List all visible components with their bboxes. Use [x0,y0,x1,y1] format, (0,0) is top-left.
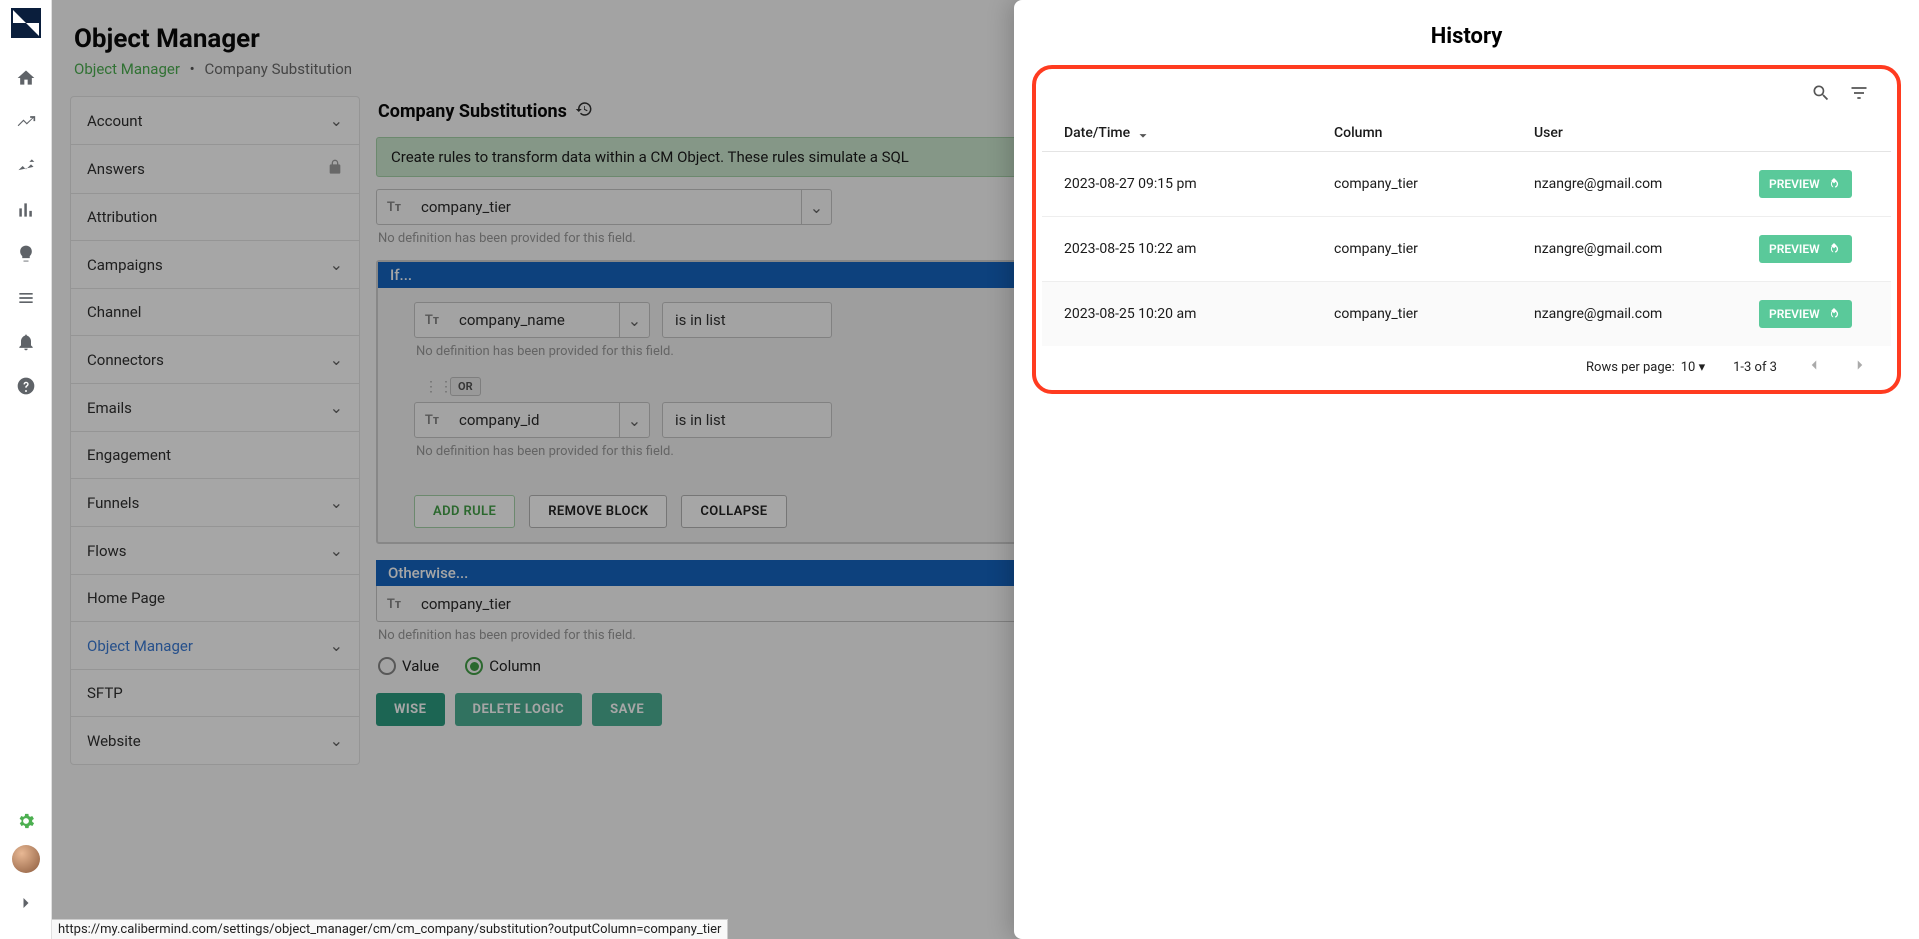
drag-handle-icon[interactable]: ⋮⋮ [424,379,454,395]
sort-desc-icon [1136,126,1150,140]
remove-block-button[interactable]: REMOVE BLOCK [529,495,667,528]
sidebar-item-sftp[interactable]: SFTP [71,670,359,717]
sidebar-item-campaigns[interactable]: Campaigns⌄ [71,241,359,289]
text-type-icon: Tᴛ [415,412,449,428]
chevron-down-icon: ⌄ [330,111,343,130]
table-row: 2023-08-25 10:22 am company_tier nzangre… [1042,217,1891,282]
cell-column: company_tier [1334,306,1534,322]
next-page-button[interactable] [1851,356,1869,378]
chevron-down-icon: ⌄ [330,493,343,512]
cell-datetime: 2023-08-25 10:22 am [1064,241,1334,257]
add-rule-button[interactable]: ADD RULE [414,495,515,528]
table-row: 2023-08-27 09:15 pm company_tier nzangre… [1042,152,1891,217]
chevron-down-icon: ⌄ [619,303,649,337]
output-field-select[interactable]: Tᴛ company_tier ⌄ [376,189,832,225]
chevron-down-icon: ⌄ [330,255,343,274]
table-header: Date/Time Column User [1042,115,1891,152]
history-table: Date/Time Column User 2023-08-27 09:15 p… [1042,115,1891,384]
sidebar-item-object-manager[interactable]: Object Manager⌄ [71,622,359,670]
save-button[interactable]: SAVE [592,693,662,726]
condition-field-select[interactable]: Tᴛ company_name ⌄ [414,302,650,338]
history-title: History [1014,0,1919,65]
history-icon[interactable] [575,100,593,123]
settings-icon[interactable] [6,801,46,841]
chevron-down-icon: ⌄ [330,636,343,655]
sidebar-item-funnels[interactable]: Funnels⌄ [71,479,359,527]
help-icon[interactable] [6,366,46,406]
cell-user: nzangre@gmail.com [1534,176,1759,192]
sidebar-item-connectors[interactable]: Connectors⌄ [71,336,359,384]
table-row: 2023-08-25 10:20 am company_tier nzangre… [1042,282,1891,346]
preview-button[interactable]: PREVIEW [1759,300,1852,328]
app-logo [11,8,41,38]
settings-sidebar: Account⌄AnswersAttributionCampaigns⌄Chan… [70,96,360,765]
collapse-rail-icon[interactable] [6,883,46,923]
cell-user: nzangre@gmail.com [1534,306,1759,322]
cell-column: company_tier [1334,241,1534,257]
prev-page-button[interactable] [1805,356,1823,378]
preview-button[interactable]: PREVIEW [1759,235,1852,263]
sidebar-item-channel[interactable]: Channel [71,289,359,336]
icon-rail [0,0,52,939]
breadcrumb-link[interactable]: Object Manager [74,60,180,78]
pagination-range: 1-3 of 3 [1733,360,1777,375]
table-footer: Rows per page: 10 ▾ 1-3 of 3 [1042,346,1891,384]
sidebar-item-attribution[interactable]: Attribution [71,194,359,241]
search-icon[interactable] [1811,83,1831,107]
analytics-icon[interactable] [6,146,46,186]
chevron-down-icon: ⌄ [619,403,649,437]
radio-column[interactable]: Column [465,657,541,675]
delete-logic-button[interactable]: DELETE LOGIC [455,693,583,726]
sidebar-item-engagement[interactable]: Engagement [71,432,359,479]
chevron-down-icon: ⌄ [330,541,343,560]
chevron-down-icon: ⌄ [801,190,831,224]
chevron-down-icon: ⌄ [330,731,343,750]
text-type-icon: Tᴛ [415,312,449,328]
lock-icon [327,159,343,179]
history-panel: History Date/Time Column User 2023-08-27… [1014,0,1919,939]
lightbulb-icon[interactable] [6,234,46,274]
bell-icon[interactable] [6,322,46,362]
preview-button[interactable]: PREVIEW [1759,170,1852,198]
chevron-down-icon: ⌄ [330,350,343,369]
col-datetime[interactable]: Date/Time [1064,125,1334,141]
home-icon[interactable] [6,58,46,98]
or-chip: OR [450,377,481,396]
rows-per-page-label: Rows per page: [1586,360,1675,375]
sidebar-item-answers[interactable]: Answers [71,145,359,194]
text-type-icon: Tᴛ [377,199,411,215]
cell-column: company_tier [1334,176,1534,192]
filter-icon[interactable] [1849,83,1869,107]
trend-icon[interactable] [6,102,46,142]
cell-datetime: 2023-08-25 10:20 am [1064,306,1334,322]
cell-datetime: 2023-08-27 09:15 pm [1064,176,1334,192]
radio-value[interactable]: Value [378,657,439,675]
user-avatar[interactable] [12,845,40,873]
condition-operator[interactable]: is in list [662,302,832,338]
sidebar-item-account[interactable]: Account⌄ [71,97,359,145]
chevron-down-icon: ⌄ [330,398,343,417]
cell-user: nzangre@gmail.com [1534,241,1759,257]
history-highlight-box: Date/Time Column User 2023-08-27 09:15 p… [1032,65,1901,394]
sidebar-item-home-page[interactable]: Home Page [71,575,359,622]
sidebar-item-flows[interactable]: Flows⌄ [71,527,359,575]
rows-per-page-select[interactable]: 10 ▾ [1681,360,1705,375]
col-user[interactable]: User [1534,125,1759,141]
bar-chart-icon[interactable] [6,190,46,230]
status-bar-url: https://my.calibermind.com/settings/obje… [52,919,728,939]
condition-operator[interactable]: is in list [662,402,832,438]
condition-field-select[interactable]: Tᴛ company_id ⌄ [414,402,650,438]
collapse-button[interactable]: COLLAPSE [681,495,786,528]
col-column[interactable]: Column [1334,125,1534,141]
list-icon[interactable] [6,278,46,318]
sidebar-item-website[interactable]: Website⌄ [71,717,359,764]
breadcrumb-current: Company Substitution [204,60,352,78]
sidebar-item-emails[interactable]: Emails⌄ [71,384,359,432]
otherwise-button[interactable]: WISE [376,693,445,726]
text-type-icon: Tᴛ [377,596,411,612]
